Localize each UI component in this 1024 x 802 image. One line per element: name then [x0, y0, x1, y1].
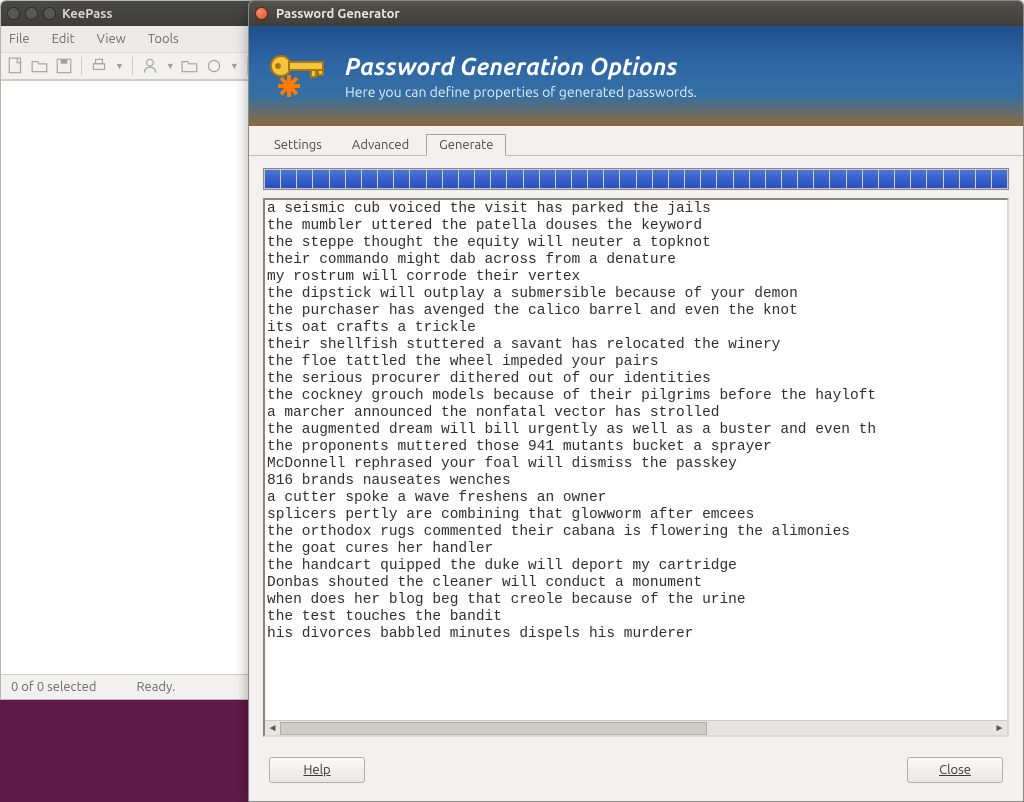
window-close-icon[interactable]: [7, 7, 20, 20]
tab-generate[interactable]: Generate: [426, 134, 506, 156]
toolbar-separator: [81, 57, 82, 75]
status-selection: 0 of 0 selected: [11, 680, 96, 694]
help-button[interactable]: Help: [269, 757, 365, 783]
main-window-title: KeePass: [62, 7, 113, 21]
dialog-header-subtitle: Here you can define properties of genera…: [345, 84, 697, 100]
dialog-titlebar[interactable]: Password Generator: [249, 1, 1023, 26]
menu-edit[interactable]: Edit: [52, 32, 75, 46]
tab-advanced[interactable]: Advanced: [339, 134, 422, 155]
generated-passwords-textarea[interactable]: a seismic cub voiced the visit has parke…: [265, 200, 1007, 720]
open-folder-icon[interactable]: [31, 57, 49, 75]
tab-generate-panel: a seismic cub voiced the visit has parke…: [249, 156, 1023, 747]
tab-settings[interactable]: Settings: [261, 134, 335, 155]
scroll-right-icon[interactable]: ►: [992, 722, 1007, 734]
scrollbar-track[interactable]: [280, 721, 992, 735]
dialog-header-title: Password Generation Options: [345, 53, 697, 80]
window-controls: [7, 7, 56, 20]
save-icon[interactable]: [55, 57, 73, 75]
window-minimize-icon[interactable]: [25, 7, 38, 20]
dropdown-icon[interactable]: ▼: [165, 61, 175, 71]
horizontal-scrollbar[interactable]: ◄ ►: [265, 720, 1007, 735]
print-icon[interactable]: [90, 57, 108, 75]
dialog-header-text: Password Generation Options Here you can…: [345, 53, 697, 100]
dropdown-icon[interactable]: ▼: [229, 61, 239, 71]
status-ready: Ready.: [136, 680, 175, 694]
dialog-header: Password Generation Options Here you can…: [249, 26, 1023, 126]
generated-passwords-box: a seismic cub voiced the visit has parke…: [263, 198, 1009, 737]
password-generator-dialog: Password Generator Password Generation O…: [248, 0, 1024, 802]
add-entry-icon[interactable]: [141, 57, 159, 75]
entry-icon[interactable]: [205, 57, 223, 75]
key-generator-icon: [265, 46, 329, 107]
menu-file[interactable]: File: [9, 32, 30, 46]
menu-view[interactable]: View: [97, 32, 126, 46]
tabstrip: Settings Advanced Generate: [249, 132, 1023, 156]
toolbar-separator: [132, 57, 133, 75]
window-maximize-icon[interactable]: [43, 7, 56, 20]
dialog-title: Password Generator: [276, 7, 400, 21]
scrollbar-thumb[interactable]: [280, 722, 707, 735]
new-file-icon[interactable]: [7, 57, 25, 75]
scroll-left-icon[interactable]: ◄: [265, 722, 280, 734]
menu-tools[interactable]: Tools: [148, 32, 179, 46]
close-icon[interactable]: [255, 7, 268, 20]
password-strength-bar: [263, 168, 1009, 190]
folder-icon[interactable]: [181, 57, 199, 75]
close-button[interactable]: Close: [907, 757, 1003, 783]
dropdown-icon[interactable]: ▼: [114, 61, 124, 71]
dialog-button-row: Help Close: [249, 747, 1023, 801]
